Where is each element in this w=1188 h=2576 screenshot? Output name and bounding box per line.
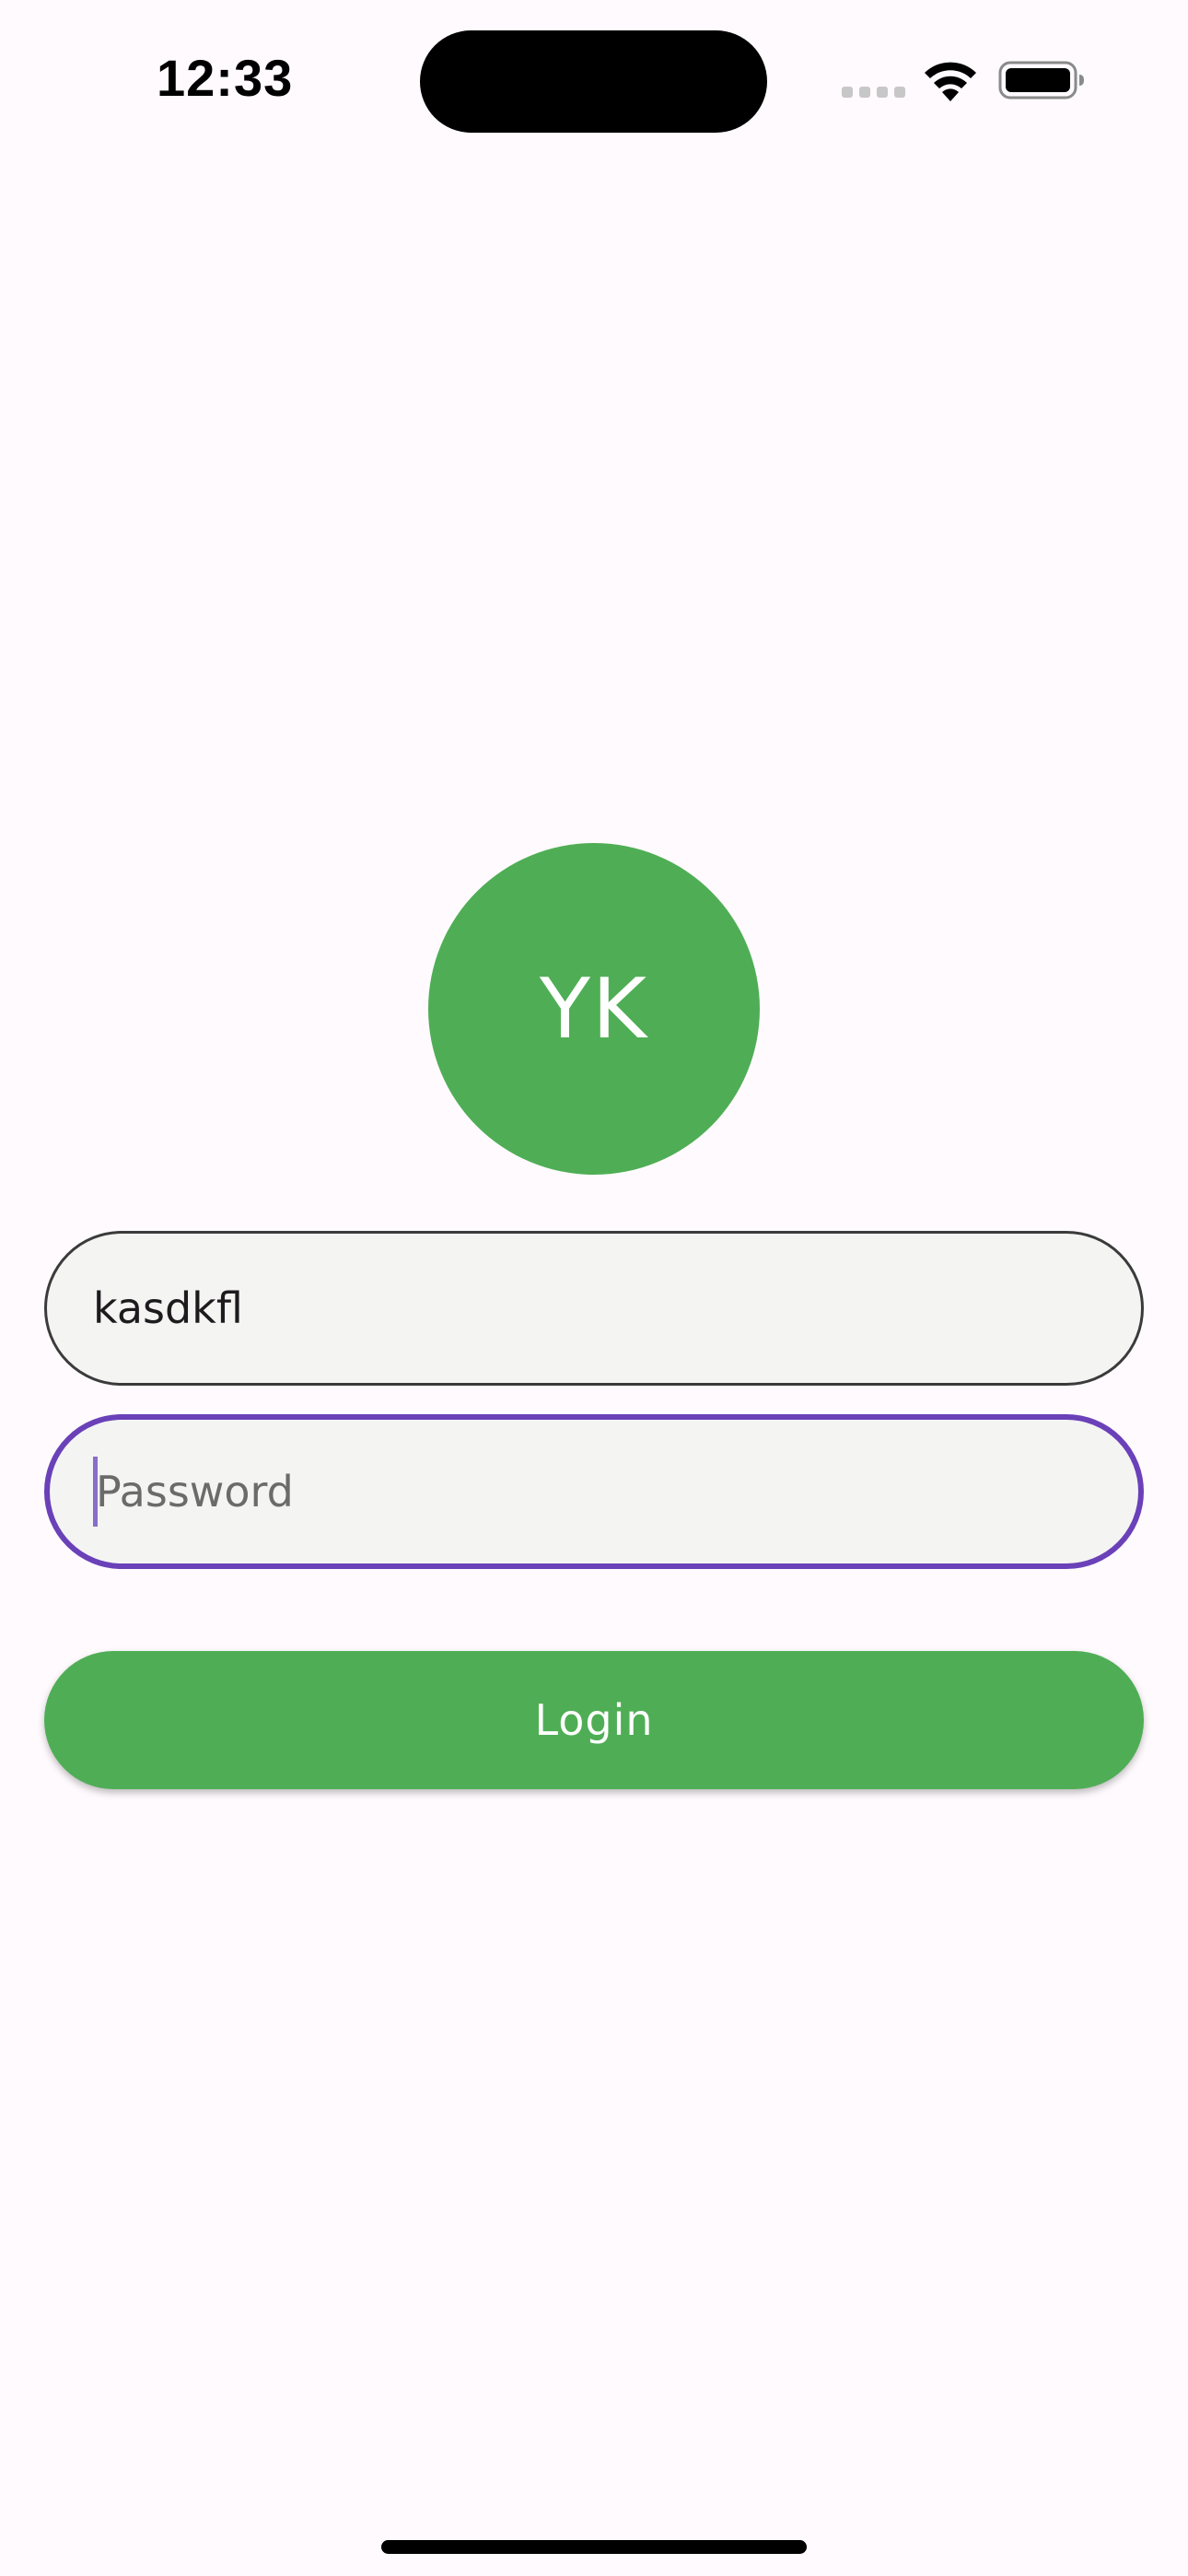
login-button-label: Login: [534, 1695, 654, 1745]
battery-icon: [998, 61, 1084, 100]
home-indicator: [381, 2540, 807, 2554]
text-cursor: [93, 1457, 98, 1527]
avatar-initials: YK: [540, 960, 648, 1058]
avatar: YK: [428, 843, 760, 1175]
password-field[interactable]: Password: [44, 1414, 1144, 1569]
username-value: kasdkfl: [93, 1283, 243, 1333]
username-field[interactable]: kasdkfl: [44, 1231, 1144, 1386]
login-button[interactable]: Login: [44, 1651, 1144, 1789]
signal-icon: [842, 87, 905, 98]
wifi-icon: [925, 62, 976, 101]
status-time: 12:33: [157, 49, 294, 107]
dynamic-island: [420, 30, 767, 133]
status-bar: 12:33: [0, 0, 1188, 157]
password-placeholder: Password: [96, 1467, 294, 1516]
